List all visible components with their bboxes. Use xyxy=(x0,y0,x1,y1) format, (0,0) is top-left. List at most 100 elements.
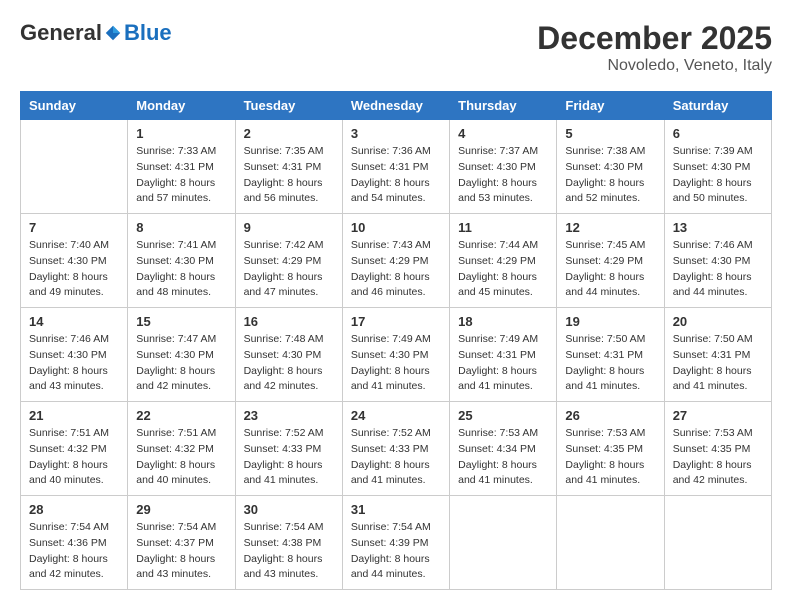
calendar-cell: 13 Sunrise: 7:46 AMSunset: 4:30 PMDayligh… xyxy=(664,214,771,308)
calendar-cell: 28 Sunrise: 7:54 AMSunset: 4:36 PMDayligh… xyxy=(21,496,128,590)
calendar-cell: 19 Sunrise: 7:50 AMSunset: 4:31 PMDayligh… xyxy=(557,308,664,402)
calendar-cell xyxy=(557,496,664,590)
day-info: Sunrise: 7:52 AMSunset: 4:33 PMDaylight:… xyxy=(244,426,334,489)
calendar-cell xyxy=(450,496,557,590)
logo-icon xyxy=(104,24,122,42)
location: Novoledo, Veneto, Italy xyxy=(537,57,772,75)
logo: General Blue xyxy=(20,20,172,46)
day-info: Sunrise: 7:41 AMSunset: 4:30 PMDaylight:… xyxy=(136,238,226,301)
calendar-cell: 9Sunrise: 7:42 AMSunset: 4:29 PMDaylight… xyxy=(235,214,342,308)
day-info: Sunrise: 7:54 AMSunset: 4:38 PMDaylight:… xyxy=(244,520,334,583)
day-info: Sunrise: 7:53 AMSunset: 4:34 PMDaylight:… xyxy=(458,426,548,489)
title-block: December 2025 Novoledo, Veneto, Italy xyxy=(537,20,772,75)
calendar-cell xyxy=(664,496,771,590)
logo-text: General Blue xyxy=(20,20,172,46)
day-info: Sunrise: 7:40 AMSunset: 4:30 PMDaylight:… xyxy=(29,238,119,301)
day-info: Sunrise: 7:51 AMSunset: 4:32 PMDaylight:… xyxy=(29,426,119,489)
day-info: Sunrise: 7:43 AMSunset: 4:29 PMDaylight:… xyxy=(351,238,441,301)
day-number: 20 xyxy=(673,314,763,329)
day-number: 6 xyxy=(673,126,763,141)
day-number: 28 xyxy=(29,502,119,517)
day-info: Sunrise: 7:50 AMSunset: 4:31 PMDaylight:… xyxy=(673,332,763,395)
day-number: 2 xyxy=(244,126,334,141)
day-info: Sunrise: 7:38 AMSunset: 4:30 PMDaylight:… xyxy=(565,144,655,207)
day-number: 7 xyxy=(29,220,119,235)
day-info: Sunrise: 7:52 AMSunset: 4:33 PMDaylight:… xyxy=(351,426,441,489)
calendar-cell: 11 Sunrise: 7:44 AMSunset: 4:29 PMDayligh… xyxy=(450,214,557,308)
calendar-cell: 25 Sunrise: 7:53 AMSunset: 4:34 PMDayligh… xyxy=(450,402,557,496)
calendar-cell xyxy=(21,120,128,214)
day-info: Sunrise: 7:39 AMSunset: 4:30 PMDaylight:… xyxy=(673,144,763,207)
day-number: 31 xyxy=(351,502,441,517)
col-monday: Monday xyxy=(128,92,235,120)
page-header: General Blue December 2025 Novoledo, Ven… xyxy=(20,20,772,75)
day-number: 25 xyxy=(458,408,548,423)
week-row-3: 14 Sunrise: 7:46 AMSunset: 4:30 PMDayligh… xyxy=(21,308,772,402)
calendar-cell: 29Sunrise: 7:54 AMSunset: 4:37 PMDayligh… xyxy=(128,496,235,590)
day-number: 14 xyxy=(29,314,119,329)
week-row-2: 7 Sunrise: 7:40 AMSunset: 4:30 PMDaylight… xyxy=(21,214,772,308)
day-info: Sunrise: 7:47 AMSunset: 4:30 PMDaylight:… xyxy=(136,332,226,395)
day-number: 15 xyxy=(136,314,226,329)
day-info: Sunrise: 7:33 AMSunset: 4:31 PMDaylight:… xyxy=(136,144,226,207)
day-number: 18 xyxy=(458,314,548,329)
day-info: Sunrise: 7:54 AMSunset: 4:39 PMDaylight:… xyxy=(351,520,441,583)
day-info: Sunrise: 7:45 AMSunset: 4:29 PMDaylight:… xyxy=(565,238,655,301)
day-number: 21 xyxy=(29,408,119,423)
col-wednesday: Wednesday xyxy=(342,92,449,120)
calendar-cell: 10 Sunrise: 7:43 AMSunset: 4:29 PMDayligh… xyxy=(342,214,449,308)
week-row-1: 1 Sunrise: 7:33 AMSunset: 4:31 PMDaylight… xyxy=(21,120,772,214)
calendar-header-row: Sunday Monday Tuesday Wednesday Thursday… xyxy=(21,92,772,120)
calendar-table: Sunday Monday Tuesday Wednesday Thursday… xyxy=(20,91,772,590)
day-info: Sunrise: 7:42 AMSunset: 4:29 PMDaylight:… xyxy=(244,238,334,301)
calendar-cell: 12 Sunrise: 7:45 AMSunset: 4:29 PMDayligh… xyxy=(557,214,664,308)
calendar-cell: 1 Sunrise: 7:33 AMSunset: 4:31 PMDaylight… xyxy=(128,120,235,214)
day-number: 17 xyxy=(351,314,441,329)
day-number: 3 xyxy=(351,126,441,141)
day-number: 30 xyxy=(244,502,334,517)
day-info: Sunrise: 7:49 AMSunset: 4:31 PMDaylight:… xyxy=(458,332,548,395)
day-info: Sunrise: 7:54 AMSunset: 4:37 PMDaylight:… xyxy=(136,520,226,583)
day-number: 5 xyxy=(565,126,655,141)
calendar-cell: 4Sunrise: 7:37 AMSunset: 4:30 PMDaylight… xyxy=(450,120,557,214)
calendar-cell: 17 Sunrise: 7:49 AMSunset: 4:30 PMDayligh… xyxy=(342,308,449,402)
calendar-cell: 14 Sunrise: 7:46 AMSunset: 4:30 PMDayligh… xyxy=(21,308,128,402)
calendar-cell: 22Sunrise: 7:51 AMSunset: 4:32 PMDayligh… xyxy=(128,402,235,496)
day-number: 12 xyxy=(565,220,655,235)
day-info: Sunrise: 7:37 AMSunset: 4:30 PMDaylight:… xyxy=(458,144,548,207)
day-number: 8 xyxy=(136,220,226,235)
day-info: Sunrise: 7:49 AMSunset: 4:30 PMDaylight:… xyxy=(351,332,441,395)
calendar-cell: 8 Sunrise: 7:41 AMSunset: 4:30 PMDaylight… xyxy=(128,214,235,308)
day-info: Sunrise: 7:46 AMSunset: 4:30 PMDaylight:… xyxy=(673,238,763,301)
day-number: 13 xyxy=(673,220,763,235)
day-info: Sunrise: 7:50 AMSunset: 4:31 PMDaylight:… xyxy=(565,332,655,395)
calendar-cell: 23 Sunrise: 7:52 AMSunset: 4:33 PMDayligh… xyxy=(235,402,342,496)
calendar-cell: 2Sunrise: 7:35 AMSunset: 4:31 PMDaylight… xyxy=(235,120,342,214)
day-info: Sunrise: 7:36 AMSunset: 4:31 PMDaylight:… xyxy=(351,144,441,207)
day-number: 23 xyxy=(244,408,334,423)
day-number: 19 xyxy=(565,314,655,329)
week-row-5: 28 Sunrise: 7:54 AMSunset: 4:36 PMDayligh… xyxy=(21,496,772,590)
calendar-cell: 15 Sunrise: 7:47 AMSunset: 4:30 PMDayligh… xyxy=(128,308,235,402)
calendar-cell: 16Sunrise: 7:48 AMSunset: 4:30 PMDayligh… xyxy=(235,308,342,402)
calendar-cell: 3 Sunrise: 7:36 AMSunset: 4:31 PMDaylight… xyxy=(342,120,449,214)
calendar-cell: 30 Sunrise: 7:54 AMSunset: 4:38 PMDayligh… xyxy=(235,496,342,590)
day-number: 24 xyxy=(351,408,441,423)
day-number: 1 xyxy=(136,126,226,141)
calendar-cell: 26Sunrise: 7:53 AMSunset: 4:35 PMDayligh… xyxy=(557,402,664,496)
month-title: December 2025 xyxy=(537,20,772,57)
col-friday: Friday xyxy=(557,92,664,120)
day-number: 16 xyxy=(244,314,334,329)
day-number: 26 xyxy=(565,408,655,423)
day-info: Sunrise: 7:46 AMSunset: 4:30 PMDaylight:… xyxy=(29,332,119,395)
calendar-cell: 7 Sunrise: 7:40 AMSunset: 4:30 PMDaylight… xyxy=(21,214,128,308)
logo-general: General xyxy=(20,20,102,46)
day-info: Sunrise: 7:54 AMSunset: 4:36 PMDaylight:… xyxy=(29,520,119,583)
day-info: Sunrise: 7:44 AMSunset: 4:29 PMDaylight:… xyxy=(458,238,548,301)
col-saturday: Saturday xyxy=(664,92,771,120)
day-number: 10 xyxy=(351,220,441,235)
day-number: 11 xyxy=(458,220,548,235)
calendar-cell: 27Sunrise: 7:53 AMSunset: 4:35 PMDayligh… xyxy=(664,402,771,496)
day-number: 27 xyxy=(673,408,763,423)
day-info: Sunrise: 7:51 AMSunset: 4:32 PMDaylight:… xyxy=(136,426,226,489)
